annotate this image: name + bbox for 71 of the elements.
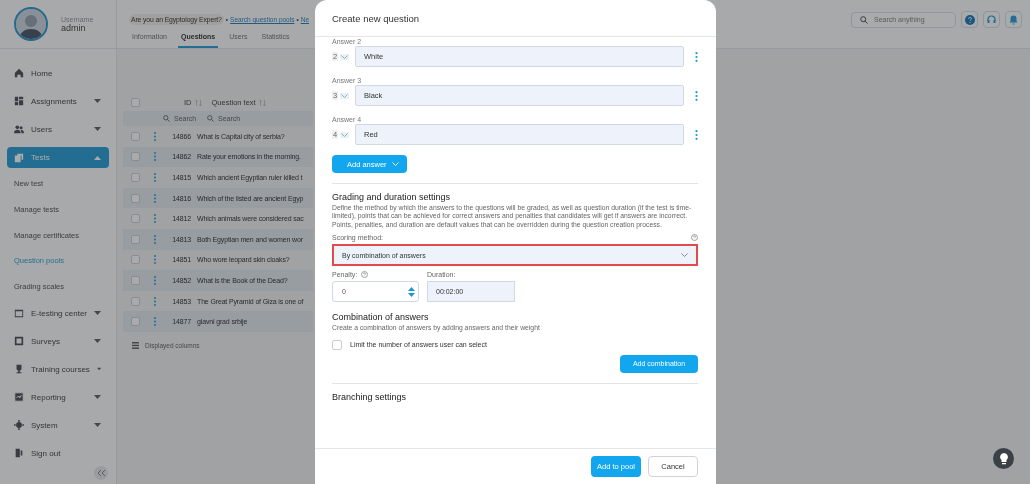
sort-icon [194, 99, 202, 106]
lightbulb-icon [998, 452, 1009, 465]
sort-icon [258, 99, 266, 106]
username: admin [61, 22, 87, 33]
section-heading: Branching settings [332, 391, 408, 402]
caret-icon [94, 395, 101, 400]
support-button[interactable] [983, 11, 1000, 28]
kebab-menu-icon[interactable] [695, 129, 698, 140]
caret-icon [96, 367, 101, 372]
search-icon [163, 115, 170, 122]
chevron-down-icon [341, 93, 349, 98]
chevron-down-icon [341, 132, 349, 137]
sidebar-item[interactable]: Home [7, 59, 109, 87]
spinner-arrows-icon[interactable] [408, 286, 415, 297]
double-chevron-icon [97, 470, 105, 476]
limit-checkbox[interactable] [332, 339, 342, 350]
sidebar-item[interactable]: Surveys [7, 327, 109, 356]
row-checkbox[interactable] [131, 173, 140, 182]
home-icon [14, 68, 24, 78]
search-icon [860, 15, 868, 24]
columns-icon [132, 341, 139, 349]
headset-icon [987, 14, 996, 25]
notifications-button[interactable] [1005, 11, 1022, 28]
search-icon [207, 115, 214, 122]
gear-icon [14, 420, 24, 431]
copy-icon [14, 152, 24, 163]
select-all-checkbox[interactable] [131, 98, 140, 107]
section-heading: Combination of answers [332, 312, 430, 323]
chart-icon [14, 392, 24, 403]
help-button[interactable] [961, 11, 978, 28]
help-icon [964, 14, 975, 25]
row-checkbox[interactable] [131, 296, 140, 306]
sidebar-item[interactable]: Reporting [7, 383, 109, 412]
bell-icon [1009, 14, 1018, 25]
row-checkbox[interactable] [131, 193, 140, 203]
row-checkbox[interactable] [131, 317, 140, 327]
row-checkbox[interactable] [131, 131, 140, 141]
chevron-down-icon [341, 54, 349, 59]
sidebar-item[interactable]: E-testing center [7, 299, 109, 328]
row-checkbox[interactable] [131, 255, 140, 265]
chevron-down-icon [681, 253, 688, 258]
dashboard-icon [14, 96, 24, 106]
caret-icon [94, 155, 101, 160]
row-checkbox[interactable] [131, 275, 140, 285]
sidebar-item[interactable]: Training courses [7, 355, 109, 384]
row-checkbox[interactable] [131, 234, 140, 244]
collapse-button[interactable] [94, 466, 108, 480]
users-icon [14, 124, 24, 134]
caret-icon [94, 127, 101, 131]
caret-icon [94, 423, 101, 428]
row-checkbox[interactable] [131, 152, 140, 162]
help-icon [691, 234, 698, 242]
chevron-down-icon [392, 162, 399, 166]
caret-icon [94, 339, 101, 344]
sidebar-item[interactable]: Users [7, 115, 109, 143]
kebab-menu-icon[interactable] [695, 51, 698, 62]
calendar-icon [14, 308, 24, 319]
kebab-menu-icon[interactable] [695, 90, 698, 101]
document-icon [14, 336, 24, 347]
row-checkbox[interactable] [131, 214, 140, 224]
caret-icon [94, 99, 101, 103]
sidebar-item[interactable]: Assignments [7, 87, 109, 115]
door-icon [14, 448, 24, 459]
sidebar-item[interactable]: Sign out [7, 439, 109, 468]
help-icon [361, 271, 369, 279]
dialog-title: Create new question [315, 0, 716, 37]
section-heading: Grading and duration settings [332, 192, 452, 202]
avatar [14, 7, 48, 41]
sidebar-item[interactable]: System [7, 411, 109, 440]
trophy-icon [14, 364, 24, 375]
caret-icon [94, 311, 101, 316]
